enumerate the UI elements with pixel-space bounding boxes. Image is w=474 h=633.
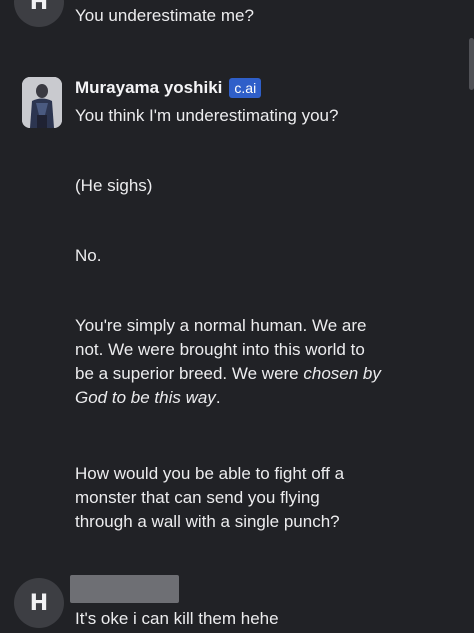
user-avatar-letter: H <box>29 0 49 15</box>
cai-badge: c.ai <box>229 78 262 98</box>
bot-header: Murayama yoshiki c.ai <box>75 78 262 98</box>
user-message-text: It's oke i can kill them hehe <box>75 609 279 628</box>
person-avatar-icon <box>22 77 62 128</box>
bot-paragraph: How would you be able to fight off a mon… <box>75 462 344 534</box>
bot-paragraph: You're simply a normal human. We are not… <box>75 314 381 410</box>
bot-text-italic: God to be this way <box>75 388 216 407</box>
bot-avatar[interactable] <box>22 77 62 128</box>
bot-text-line: How would you be able to fight off a <box>75 464 345 483</box>
bot-paragraph: No. <box>75 246 102 265</box>
bot-text-line: be a superior breed. We were <box>75 364 304 383</box>
redacted-username-block <box>70 575 179 603</box>
bot-text-line: through a wall with a single punch? <box>75 512 340 531</box>
bot-text-line: monster that can send you flying <box>75 488 320 507</box>
bot-text-line: You're simply a normal human. We are <box>75 316 367 335</box>
user-message-text: You underestimate me? <box>75 6 254 25</box>
user-avatar: H <box>14 0 64 27</box>
bot-paragraph: You think I'm underestimating you? <box>75 106 339 125</box>
bot-text-line: not. We were brought into this world to <box>75 340 365 359</box>
bot-paragraph: (He sighs) <box>75 176 153 195</box>
bot-name[interactable]: Murayama yoshiki <box>75 78 222 98</box>
bot-text-line: . <box>215 388 221 407</box>
user-avatar: H <box>14 578 64 628</box>
bot-text-italic: chosen by <box>303 364 381 383</box>
user-avatar-letter: H <box>29 590 49 616</box>
scrollbar[interactable] <box>469 38 474 90</box>
